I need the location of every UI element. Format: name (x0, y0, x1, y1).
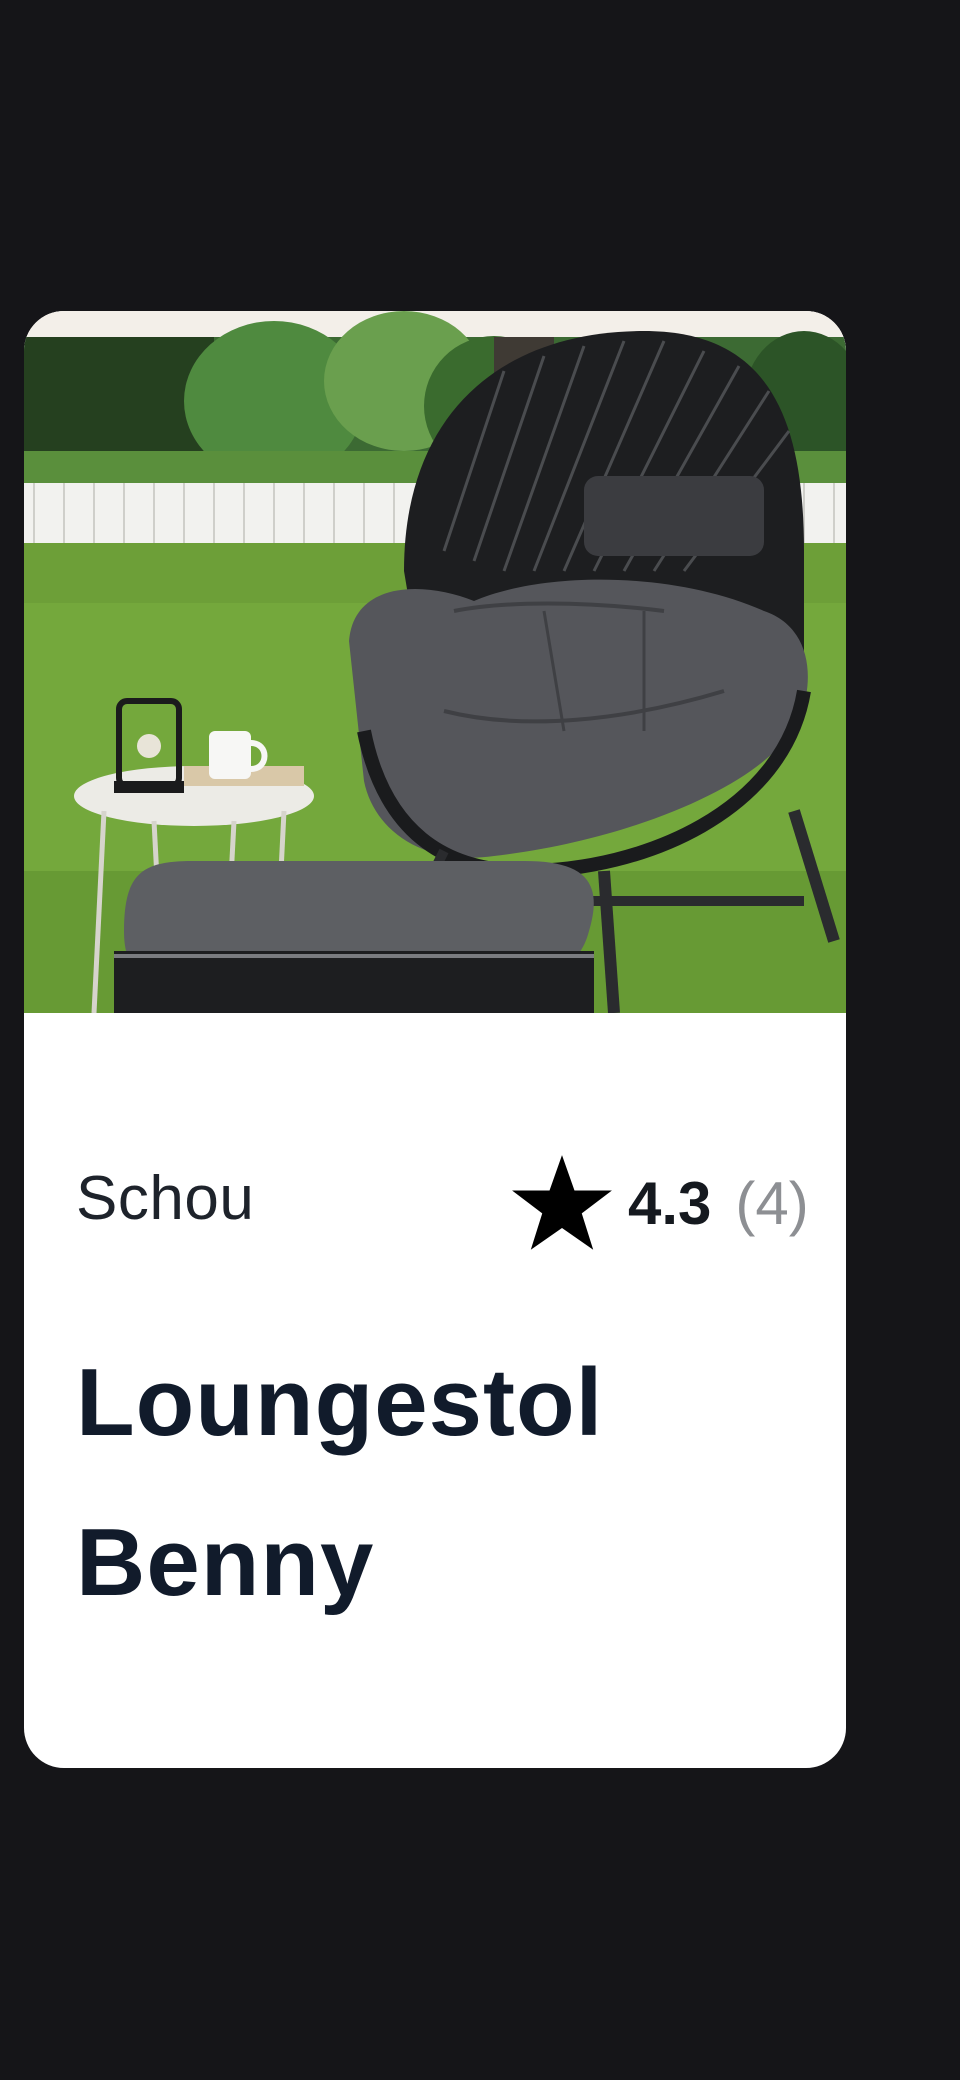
product-name[interactable]: Loungestol Benny (76, 1323, 776, 1643)
product-card[interactable]: Schou 4.3 (4) Loungestol Benny (24, 311, 846, 1768)
rating-count: (4) (735, 1169, 809, 1237)
product-image[interactable] (24, 311, 846, 1013)
star-icon (512, 1155, 612, 1250)
rating: 4.3 (4) (510, 1153, 809, 1253)
rating-value: 4.3 (628, 1169, 712, 1237)
brand-name: Schou (76, 1164, 255, 1233)
product-info: Schou 4.3 (4) Loungestol Benny (24, 1013, 846, 1768)
